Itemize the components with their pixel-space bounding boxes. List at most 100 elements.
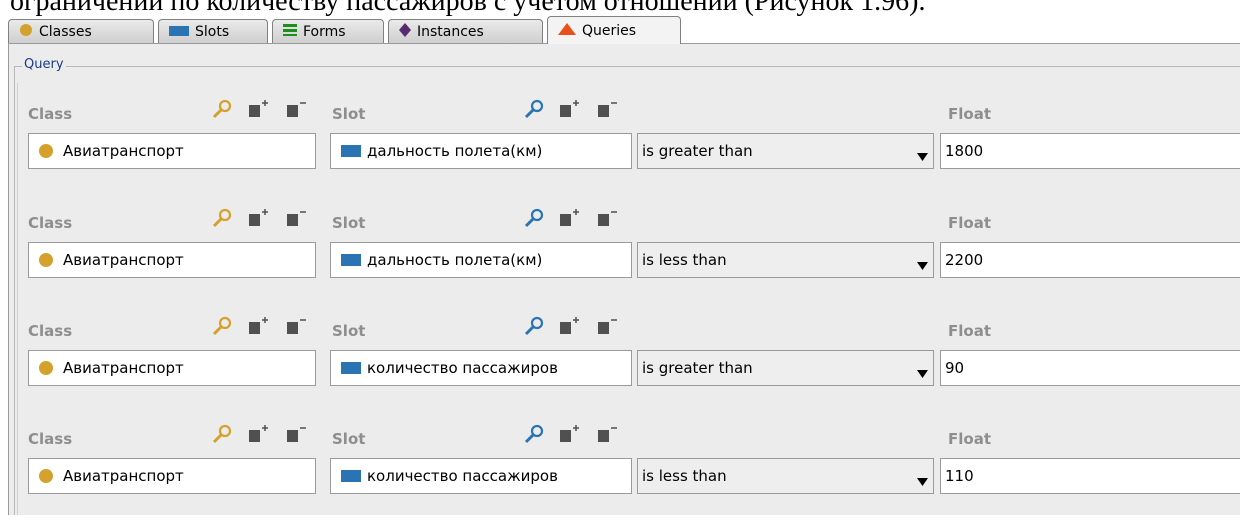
chevron-down-icon	[917, 256, 928, 274]
view-slot-icon[interactable]	[523, 424, 547, 448]
class-value: Авиатранспорт	[63, 142, 184, 160]
slot-bar-icon	[341, 362, 361, 374]
chevron-down-icon	[917, 472, 928, 490]
class-value: Авиатранспорт	[63, 359, 184, 377]
view-slot-icon[interactable]	[523, 316, 547, 340]
remove-slot-icon[interactable]	[597, 99, 617, 123]
diamond-icon	[399, 22, 411, 41]
float-label: Float	[948, 105, 991, 123]
float-label: Float	[948, 322, 991, 340]
slot-label: Slot	[332, 214, 366, 232]
remove-slot-icon[interactable]	[597, 424, 617, 448]
value-text: 1800	[945, 142, 984, 160]
view-slot-icon[interactable]	[523, 99, 547, 123]
tab-queries-label: Queries	[582, 22, 637, 39]
slot-field[interactable]: дальность полета(км)	[330, 133, 632, 169]
value-text: 110	[945, 467, 974, 485]
slot-bar-icon	[169, 24, 189, 40]
condition-value: is greater than	[642, 142, 753, 160]
slot-value: дальность полета(км)	[367, 251, 543, 269]
class-dot-icon	[39, 144, 53, 158]
remove-class-icon[interactable]	[286, 424, 306, 448]
query-row: Class Slot Float Авиатранспорт дальность…	[18, 99, 1240, 205]
tab-instances-label: Instances	[417, 23, 484, 40]
slot-field[interactable]: количество пассажиров	[330, 458, 632, 494]
slot-bar-icon	[341, 254, 361, 266]
remove-class-icon[interactable]	[286, 316, 306, 340]
slot-label: Slot	[332, 322, 366, 340]
triangle-icon	[558, 22, 576, 39]
slot-value: дальность полета(км)	[367, 142, 543, 160]
value-text: 2200	[945, 251, 984, 269]
tab-queries[interactable]: Queries	[547, 16, 681, 44]
value-input[interactable]: 90	[940, 350, 1240, 386]
slot-value: количество пассажиров	[367, 467, 558, 485]
class-label: Class	[28, 105, 73, 123]
remove-class-icon[interactable]	[286, 208, 306, 232]
class-value: Авиатранспорт	[63, 251, 184, 269]
remove-class-icon[interactable]	[286, 99, 306, 123]
class-field[interactable]: Авиатранспорт	[28, 133, 316, 169]
tab-instances[interactable]: Instances	[388, 19, 543, 43]
query-row: Class Slot Float Авиатранспорт дальность…	[18, 208, 1240, 314]
class-label: Class	[28, 214, 73, 232]
slot-label: Slot	[332, 105, 366, 123]
view-class-icon[interactable]	[211, 208, 235, 232]
condition-select[interactable]: is less than	[637, 458, 934, 494]
add-slot-icon[interactable]	[559, 424, 579, 448]
condition-select[interactable]: is less than	[637, 242, 934, 278]
value-input[interactable]: 2200	[940, 242, 1240, 278]
forms-icon	[283, 23, 297, 40]
view-slot-icon[interactable]	[523, 208, 547, 232]
value-input[interactable]: 110	[940, 458, 1240, 494]
query-row: Class Slot Float Авиатранспорт количеств…	[18, 316, 1240, 422]
view-class-icon[interactable]	[211, 424, 235, 448]
class-dot-icon	[39, 469, 53, 483]
query-legend: Query	[22, 57, 66, 72]
class-field[interactable]: Авиатранспорт	[28, 458, 316, 494]
class-field[interactable]: Авиатранспорт	[28, 242, 316, 278]
condition-select[interactable]: is greater than	[637, 350, 934, 386]
class-label: Class	[28, 322, 73, 340]
condition-value: is greater than	[642, 359, 753, 377]
view-class-icon[interactable]	[211, 99, 235, 123]
chevron-down-icon	[917, 364, 928, 382]
float-label: Float	[948, 214, 991, 232]
chevron-down-icon	[917, 147, 928, 165]
view-class-icon[interactable]	[211, 316, 235, 340]
float-label: Float	[948, 430, 991, 448]
tab-bar: Classes Slots Forms Instances Queries	[8, 16, 1240, 44]
value-input[interactable]: 1800	[940, 133, 1240, 169]
tab-classes[interactable]: Classes	[8, 19, 154, 43]
add-class-icon[interactable]	[248, 208, 268, 232]
slot-field[interactable]: дальность полета(км)	[330, 242, 632, 278]
condition-select[interactable]: is greater than	[637, 133, 934, 169]
tab-forms[interactable]: Forms	[272, 19, 384, 43]
add-class-icon[interactable]	[248, 316, 268, 340]
class-value: Авиатранспорт	[63, 467, 184, 485]
slot-bar-icon	[341, 470, 361, 482]
class-dot-icon	[19, 23, 33, 41]
tab-slots[interactable]: Slots	[158, 19, 268, 43]
class-dot-icon	[39, 253, 53, 267]
query-row: Class Slot Float Авиатранспорт количеств…	[18, 424, 1240, 530]
add-class-icon[interactable]	[248, 99, 268, 123]
add-slot-icon[interactable]	[559, 99, 579, 123]
tab-forms-label: Forms	[303, 23, 346, 40]
add-class-icon[interactable]	[248, 424, 268, 448]
slot-value: количество пассажиров	[367, 359, 558, 377]
class-field[interactable]: Авиатранспорт	[28, 350, 316, 386]
remove-slot-icon[interactable]	[597, 316, 617, 340]
slot-field[interactable]: количество пассажиров	[330, 350, 632, 386]
value-text: 90	[945, 359, 965, 377]
add-slot-icon[interactable]	[559, 208, 579, 232]
tab-classes-label: Classes	[39, 23, 92, 40]
add-slot-icon[interactable]	[559, 316, 579, 340]
condition-value: is less than	[642, 251, 727, 269]
class-dot-icon	[39, 361, 53, 375]
condition-value: is less than	[642, 467, 727, 485]
remove-slot-icon[interactable]	[597, 208, 617, 232]
class-label: Class	[28, 430, 73, 448]
slot-bar-icon	[341, 145, 361, 157]
tab-slots-label: Slots	[195, 23, 230, 40]
